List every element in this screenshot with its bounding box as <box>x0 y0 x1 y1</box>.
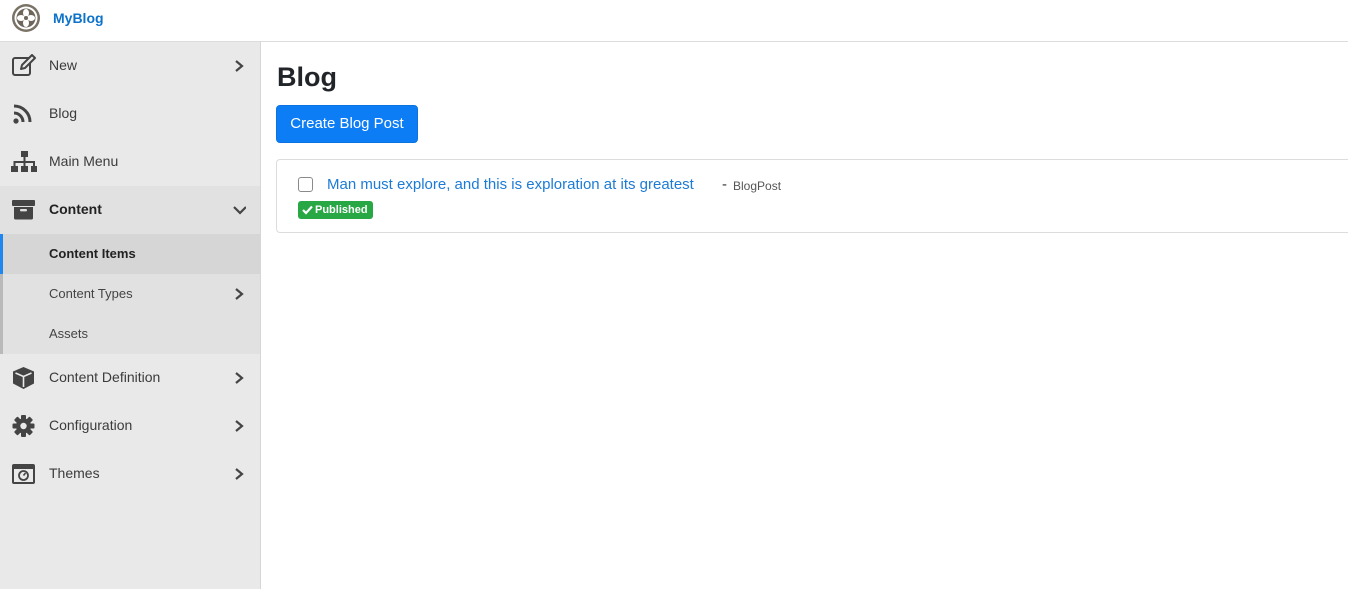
page-title: Blog <box>277 62 337 92</box>
item-select-checkbox[interactable] <box>298 177 313 192</box>
sidebar: New Blog Main Menu Content Content Items… <box>0 42 261 589</box>
status-badge-label: Published <box>315 204 368 216</box>
sidebar-item-label: Content <box>49 201 102 217</box>
gear-icon <box>12 415 35 437</box>
chevron-down-icon <box>233 206 246 215</box>
content-submenu: Content Items Content Types Assets <box>0 234 260 354</box>
sidebar-item-label: Configuration <box>49 417 133 433</box>
archive-icon <box>12 200 35 220</box>
sidebar-item-themes[interactable]: Themes <box>0 450 260 498</box>
orchard-logo-icon[interactable] <box>11 3 41 33</box>
status-badge: Published <box>298 201 373 219</box>
item-separator: - <box>722 176 727 193</box>
chevron-right-icon <box>235 420 244 432</box>
submenu-item-content-items[interactable]: Content Items <box>0 234 260 274</box>
sidebar-item-new[interactable]: New <box>0 42 260 90</box>
submenu-item-label: Content Items <box>49 246 136 261</box>
submenu-item-label: Content Types <box>49 286 133 301</box>
theme-icon <box>12 464 35 484</box>
cube-icon <box>13 367 34 389</box>
content-item-title-link[interactable]: Man must explore, and this is exploratio… <box>327 176 694 193</box>
sitemap-icon <box>11 151 37 172</box>
sidebar-item-configuration[interactable]: Configuration <box>0 402 260 450</box>
active-indicator <box>0 234 3 274</box>
check-icon <box>302 205 313 215</box>
submenu-item-content-types[interactable]: Content Types <box>3 274 260 314</box>
top-bar: MyBlog <box>0 0 1348 42</box>
sidebar-item-label: Main Menu <box>49 153 119 169</box>
sidebar-item-label: Themes <box>49 465 100 481</box>
sidebar-item-label: New <box>49 57 78 73</box>
edit-icon <box>12 54 36 76</box>
content-item-list: Man must explore, and this is exploratio… <box>276 159 1348 233</box>
sidebar-item-label: Content Definition <box>49 369 161 385</box>
sidebar-item-main-menu[interactable]: Main Menu <box>0 138 260 186</box>
chevron-right-icon <box>235 288 244 300</box>
chevron-right-icon <box>235 60 244 72</box>
sidebar-item-content-definition[interactable]: Content Definition <box>0 354 260 402</box>
create-blog-post-button[interactable]: Create Blog Post <box>276 105 418 143</box>
sidebar-item-content[interactable]: Content <box>0 186 260 234</box>
sidebar-item-label: Blog <box>49 105 78 121</box>
chevron-right-icon <box>235 372 244 384</box>
sidebar-item-blog[interactable]: Blog <box>0 90 260 138</box>
rss-icon <box>13 104 32 124</box>
chevron-right-icon <box>235 468 244 480</box>
submenu-item-label: Assets <box>49 326 89 341</box>
submenu-item-assets[interactable]: Assets <box>3 314 260 354</box>
brand-link[interactable]: MyBlog <box>53 10 104 26</box>
content-type-label: BlogPost <box>733 179 782 193</box>
